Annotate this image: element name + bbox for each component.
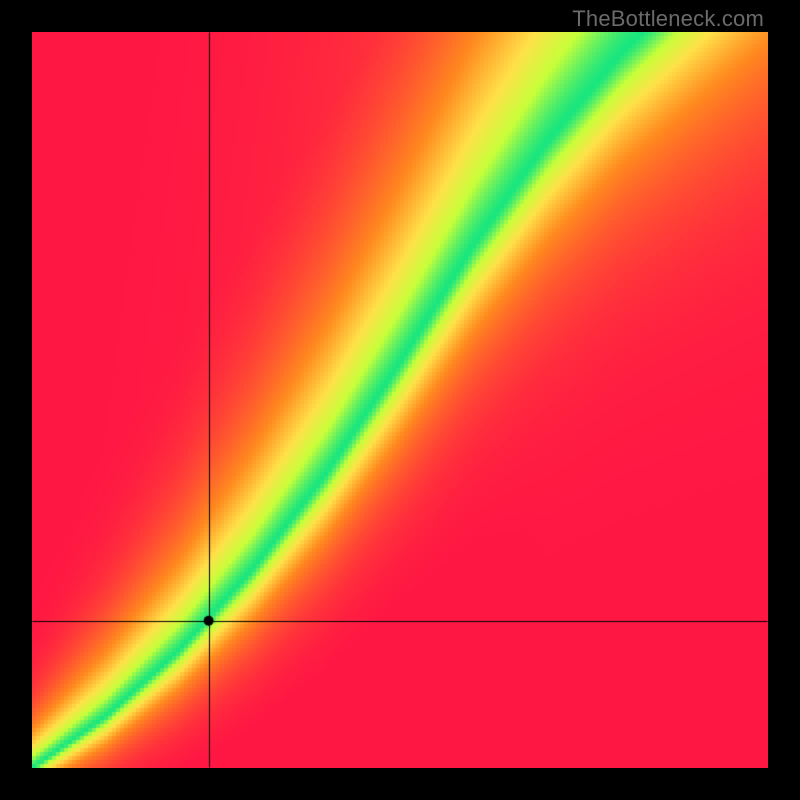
heatmap-canvas — [32, 32, 768, 768]
watermark-text: TheBottleneck.com — [572, 6, 764, 32]
chart-frame: TheBottleneck.com — [0, 0, 800, 800]
plot-area — [32, 32, 768, 768]
